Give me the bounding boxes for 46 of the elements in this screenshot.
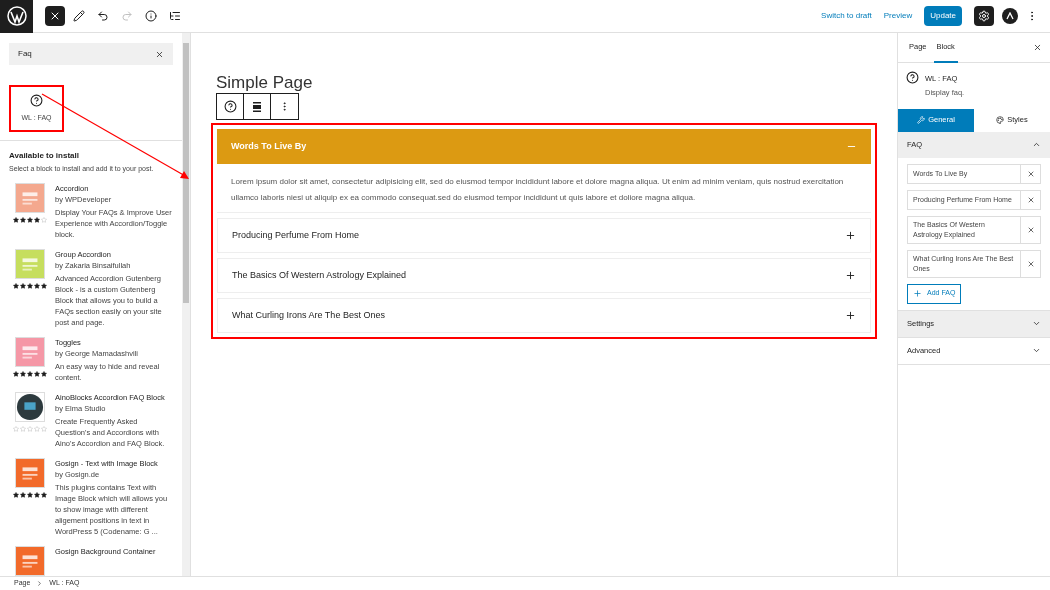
toolbar-button[interactable]	[45, 6, 65, 26]
close-icon	[1026, 169, 1035, 178]
scrollbar[interactable]	[182, 33, 190, 576]
wordpress-logo[interactable]	[0, 0, 33, 33]
logo-icon	[6, 6, 27, 26]
chevron-down-icon	[1032, 319, 1041, 328]
undo-icon	[97, 10, 109, 22]
settings-icon	[978, 10, 990, 22]
help-icon	[223, 100, 237, 113]
search-field[interactable]: Faq	[9, 43, 173, 66]
help-icon	[906, 71, 919, 84]
close-icon	[1026, 195, 1035, 204]
accordion-header[interactable]: The Basics Of Western Astrology Explained	[217, 258, 871, 293]
info-icon	[145, 10, 157, 22]
close-icon	[49, 10, 61, 22]
close-icon	[1026, 259, 1035, 268]
chevron-up-icon	[1032, 140, 1041, 149]
plugin-button[interactable]	[1002, 8, 1018, 24]
accordion-header[interactable]: What Curling Irons Are The Best Ones	[217, 298, 871, 333]
expand-icon	[845, 310, 856, 321]
section-title: Available to install	[9, 149, 80, 162]
close-icon[interactable]	[1033, 43, 1042, 52]
plus-icon	[913, 289, 922, 298]
accordion-body: Lorem ipsum dolor sit amet, consectetur adipisicing elit, sed do eiusmod tempor incididunt labore et dolore magna aliqua. Ut enim ad minim veniam, quis nostrud exercitation ullamco laboris niesi ut aliquip ex ea commodo consequat.sed do eiusmod tempor incididunt ut quis labore et doliore magna aliqua.	[217, 164, 871, 213]
align-icon	[252, 101, 262, 112]
accordion-header[interactable]: Producing Perfume From Home	[217, 218, 871, 253]
list-view-icon	[169, 10, 181, 22]
expand-icon	[845, 270, 856, 281]
preview-link[interactable]: Preview	[883, 10, 913, 22]
pencil-icon	[73, 10, 85, 22]
page-title[interactable]: Simple Page	[216, 73, 877, 93]
expand-icon	[845, 230, 856, 241]
chevron-right-icon	[36, 580, 44, 587]
palette-icon	[996, 116, 1005, 124]
scrollbar-thumb[interactable]	[183, 43, 189, 303]
chevron-down-icon	[1032, 346, 1041, 355]
wrench-icon	[917, 116, 926, 124]
search-value: Faq	[18, 48, 33, 61]
close-icon	[1026, 225, 1035, 234]
settings-button[interactable]	[974, 6, 994, 26]
help-icon	[30, 93, 43, 107]
faq-block[interactable]	[211, 123, 877, 339]
update-button[interactable]: Update	[924, 6, 962, 26]
switch-to-draft-link[interactable]: Switch to draft	[821, 10, 872, 22]
redo-icon	[121, 10, 133, 22]
close-icon[interactable]	[155, 49, 164, 59]
